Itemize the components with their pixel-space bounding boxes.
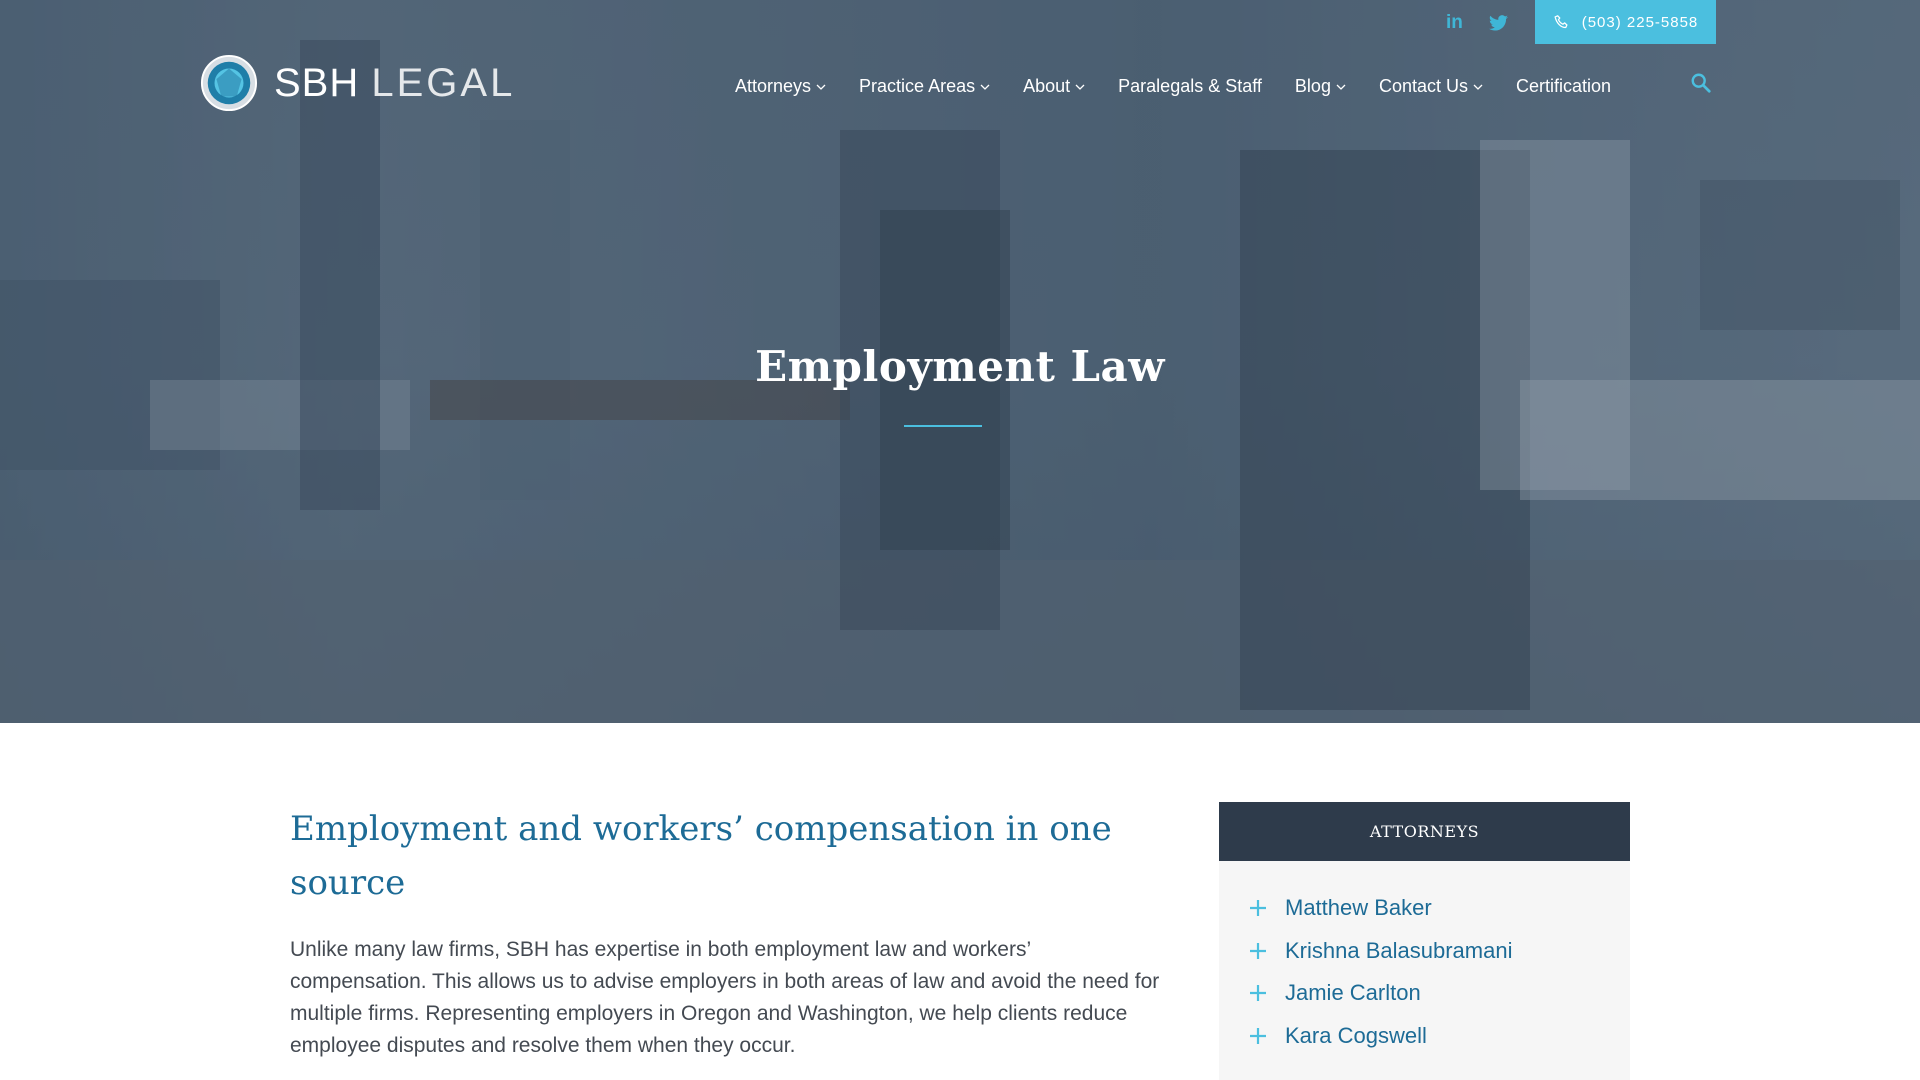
brand-primary: SBH [274,60,360,105]
nav-label: Attorneys [735,76,812,96]
plus-icon [1250,900,1266,917]
page-title: Employment Law [755,342,1165,391]
nav-label: About [1023,76,1071,96]
section-body: Unlike many law firms, SBH has expertise… [290,938,1160,1057]
chevron-down-icon [1075,84,1085,90]
site-logo[interactable]: SBH LEGAL [200,54,515,112]
search-icon[interactable] [1690,72,1712,94]
nav-label: Blog [1294,76,1331,96]
attorney-name[interactable]: Krishna Balasubramani [1285,938,1512,964]
nav-label: Paralegals & Staff [1118,76,1262,96]
attorney-name[interactable]: Matthew Baker [1285,895,1432,921]
phone-number: (503) 225-5858 [1581,13,1699,31]
attorney-list: Matthew Baker Krishna Balasubramani Jami… [1219,861,1630,1057]
chevron-down-icon [816,84,826,90]
nav-label: Practice Areas [859,76,976,96]
main-nav: Attorneys Practice Areas About Paralegal… [735,73,1711,97]
attorneys-sidebar: ATTORNEYS Matthew Baker Krishna Balasubr… [1219,802,1630,1080]
plus-icon [1250,942,1266,959]
nav-attorneys[interactable]: Attorneys [735,76,826,97]
brand-secondary: LEGAL [371,60,516,105]
title-divider [904,425,982,427]
chevron-down-icon [1336,84,1346,90]
plus-icon [1250,985,1266,1002]
nav-blog[interactable]: Blog [1295,76,1346,97]
chevron-down-icon [980,84,990,90]
attorney-name[interactable]: Kara Cogswell [1285,1023,1427,1049]
nav-certification[interactable]: Certification [1516,76,1611,97]
nav-contact-us[interactable]: Contact Us [1379,76,1483,97]
chevron-down-icon [1473,84,1483,90]
hero-banner: in (503) 225-5858 SBH LEGAL Attorneys Pr… [0,0,1920,723]
attorney-item[interactable]: Krishna Balasubramani [1249,930,1630,973]
attorney-item[interactable]: Jamie Carlton [1249,972,1630,1015]
nav-label: Contact Us [1378,76,1468,96]
brand-wordmark: SBH LEGAL [274,61,515,106]
logo-mark-icon [200,54,258,112]
nav-paralegals-staff[interactable]: Paralegals & Staff [1118,76,1262,97]
sidebar-title: ATTORNEYS [1219,802,1630,861]
nav-practice-areas[interactable]: Practice Areas [859,76,990,97]
main-content: Employment and workers’ compensation in … [290,802,1160,1062]
social-links: in [1446,12,1508,34]
attorney-item[interactable]: Kara Cogswell [1249,1015,1630,1058]
attorney-name[interactable]: Jamie Carlton [1285,980,1421,1006]
linkedin-icon[interactable]: in [1446,12,1463,34]
nav-label: Certification [1516,76,1612,96]
twitter-icon[interactable] [1488,15,1508,31]
nav-about[interactable]: About [1023,76,1085,97]
phone-icon [1554,14,1568,28]
plus-icon [1250,1027,1266,1044]
section-heading: Employment and workers’ compensation in … [290,809,1112,903]
attorney-item[interactable]: Matthew Baker [1249,887,1630,930]
phone-button[interactable]: (503) 225-5858 [1535,0,1716,44]
